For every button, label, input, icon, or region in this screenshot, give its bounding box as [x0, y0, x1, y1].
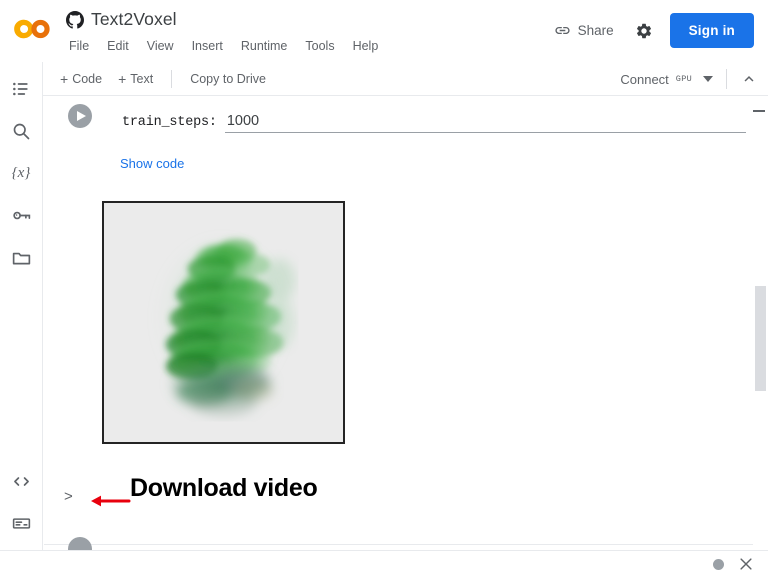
scrollbar-thumb[interactable]	[755, 286, 766, 391]
toolbar-left-group: + Code + Text Copy to Drive	[52, 62, 274, 96]
notebook-toolbar: + Code + Text Copy to Drive Connect GPU	[0, 62, 768, 96]
left-sidebar: {x}	[0, 62, 43, 576]
menu-insert[interactable]: Insert	[183, 37, 232, 55]
menu-view[interactable]: View	[138, 37, 183, 55]
status-bar	[0, 550, 768, 576]
menu-runtime[interactable]: Runtime	[232, 37, 297, 55]
sidebar-item-terminal[interactable]	[8, 510, 34, 536]
plus-icon: +	[118, 71, 127, 87]
sidebar-item-files[interactable]	[8, 244, 34, 270]
markdown-section-download-video: > Download video	[44, 471, 768, 527]
colab-logo[interactable]	[13, 16, 53, 42]
voxel-render-output	[102, 201, 345, 444]
add-code-cell-button[interactable]: + Code	[52, 68, 110, 90]
add-text-cell-button[interactable]: + Text	[110, 68, 161, 90]
red-left-arrow-icon	[89, 493, 131, 509]
settings-button[interactable]	[627, 14, 661, 48]
run-cell-button[interactable]	[68, 104, 92, 128]
section-expand-chevron-icon[interactable]: >	[64, 488, 73, 505]
add-code-label: Code	[72, 72, 103, 86]
gpu-badge: GPU	[675, 74, 692, 84]
chevron-down-icon[interactable]	[703, 76, 713, 82]
app-header: Text2Voxel File Edit View Insert Runtime…	[0, 0, 768, 62]
form-parameter-row: train_steps:	[122, 112, 746, 133]
train-steps-field-wrap	[224, 112, 746, 133]
sign-in-button[interactable]: Sign in	[669, 13, 754, 48]
download-video-heading: Download video	[130, 474, 318, 502]
close-icon[interactable]	[737, 555, 755, 573]
github-icon	[66, 10, 84, 29]
sidebar-item-secrets[interactable]	[8, 202, 34, 228]
menu-tools[interactable]: Tools	[296, 37, 343, 55]
share-label: Share	[577, 23, 614, 38]
sidebar-item-search[interactable]	[8, 118, 34, 144]
share-button[interactable]: Share	[545, 16, 623, 45]
variables-icon: {x}	[11, 164, 31, 181]
notebook-title-row: Text2Voxel	[66, 9, 177, 30]
gear-icon	[635, 22, 653, 40]
notebook-title[interactable]: Text2Voxel	[91, 9, 177, 30]
toolbar-right-group: Connect GPU	[620, 62, 758, 96]
train-steps-input[interactable]	[224, 113, 746, 133]
sidebar-item-variables[interactable]: {x}	[8, 160, 34, 186]
toolbar-divider	[171, 70, 173, 88]
header-actions: Share Sign in	[545, 13, 754, 48]
vertical-scrollbar[interactable]	[753, 96, 768, 552]
colab-window: Text2Voxel File Edit View Insert Runtime…	[0, 0, 768, 576]
sidebar-item-code-snippets[interactable]	[8, 468, 34, 494]
train-steps-label: train_steps:	[122, 115, 217, 130]
plus-icon: +	[60, 71, 69, 87]
chevron-up-icon[interactable]	[740, 70, 758, 88]
connect-button[interactable]: Connect	[620, 72, 668, 87]
menu-bar: File Edit View Insert Runtime Tools Help	[67, 37, 387, 55]
copy-to-drive-button[interactable]: Copy to Drive	[182, 68, 274, 90]
notebook-body: train_steps: Show code	[44, 96, 768, 552]
status-dot[interactable]	[713, 559, 724, 570]
link-icon	[554, 22, 571, 39]
sidebar-item-table-of-contents[interactable]	[8, 76, 34, 102]
scrollbar-marker	[753, 110, 765, 112]
menu-file[interactable]: File	[67, 37, 98, 55]
menu-edit[interactable]: Edit	[98, 37, 138, 55]
toolbar-divider	[726, 69, 727, 89]
add-text-label: Text	[130, 72, 154, 86]
show-code-link[interactable]: Show code	[120, 156, 184, 171]
menu-help[interactable]: Help	[344, 37, 388, 55]
play-icon	[76, 111, 86, 121]
